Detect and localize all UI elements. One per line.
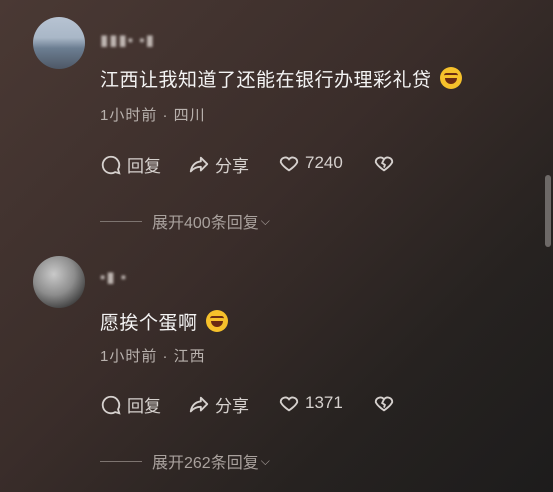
reply-button[interactable]: 回复 [100,152,161,177]
comment-text: 愿挨个蛋啊 [100,308,228,335]
expand-replies-label: 展开262条回复 [152,455,259,472]
expand-replies-label: 展开400条回复 [152,215,259,232]
expand-replies-button[interactable]: 展开262条回复 ⌵ [100,449,270,473]
comment-actions: 回复 分享 7240 [100,152,400,178]
broken-heart-icon [374,396,394,412]
dislike-button[interactable] [373,392,395,414]
share-label: 分享 [215,157,249,176]
share-button[interactable]: 分享 [188,152,249,177]
reply-icon [101,395,121,415]
heart-icon [279,396,299,412]
divider-line [100,220,142,222]
reply-icon [101,155,121,175]
comment-text-content: 愿挨个蛋啊 [100,313,198,334]
like-count: 7240 [305,153,343,172]
share-icon [189,156,209,172]
chevron-down-icon: ⌵ [260,453,270,468]
rofl-emoji-icon [205,310,228,332]
like-count: 1371 [305,393,343,412]
comment-text: 江西让我知道了还能在银行办理彩礼贷 [100,65,462,92]
reply-label: 回复 [127,397,161,416]
like-button[interactable]: 7240 [278,152,343,174]
comment-meta: 1小时前 · 四川 [100,107,206,124]
reply-button[interactable]: 回复 [100,392,161,417]
share-label: 分享 [215,397,249,416]
dislike-button[interactable] [373,152,395,174]
avatar[interactable] [33,256,85,308]
expand-replies-button[interactable]: 展开400条回复 ⌵ [100,209,270,233]
reply-label: 回复 [127,157,161,176]
comment-text-content: 江西让我知道了还能在银行办理彩礼贷 [100,70,432,91]
chevron-down-icon: ⌵ [260,213,270,228]
heart-icon [279,156,299,172]
username[interactable]: ▮▮▮▪ ▪▮ [100,31,155,49]
like-button[interactable]: 1371 [278,392,343,414]
broken-heart-icon [374,156,394,172]
avatar[interactable] [33,17,85,69]
divider-line [100,460,142,462]
scrollbar[interactable] [545,175,551,247]
rofl-emoji-icon [439,67,462,89]
comment-meta: 1小时前 · 江西 [100,348,206,365]
username[interactable]: ▪▮ ▪ [100,268,127,286]
comment-actions: 回复 分享 1371 [100,392,400,418]
share-button[interactable]: 分享 [188,392,249,417]
share-icon [189,396,209,412]
